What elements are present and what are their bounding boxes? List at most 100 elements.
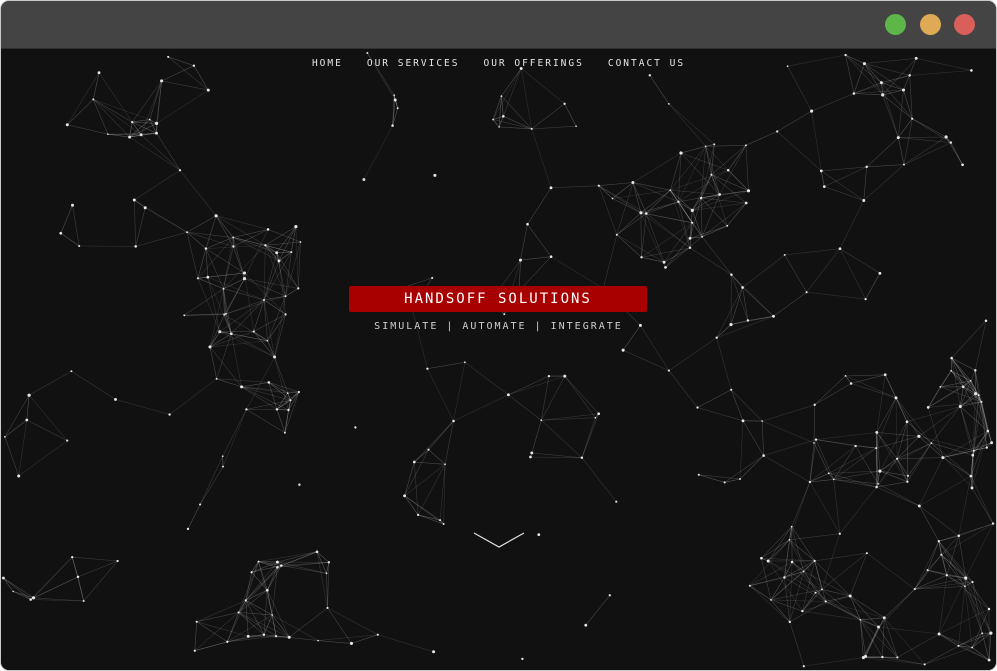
network-node (526, 222, 529, 226)
network-link (906, 406, 961, 422)
network-link (789, 621, 805, 667)
network-link (453, 362, 466, 422)
network-link (327, 607, 378, 635)
nav-contact-us-link[interactable]: CONTACT US (608, 58, 685, 69)
network-link (730, 389, 744, 421)
network-node (844, 53, 847, 57)
network-link (277, 551, 318, 563)
network-link (222, 409, 247, 457)
network-node (688, 246, 692, 249)
network-link (501, 68, 522, 97)
network-node (297, 390, 300, 394)
nav-home-link[interactable]: HOME (312, 58, 343, 69)
network-link (739, 455, 764, 480)
network-link (884, 588, 916, 619)
network-node (824, 600, 827, 603)
network-node (327, 561, 331, 564)
network-node (761, 420, 764, 422)
network-node (325, 572, 328, 575)
network-node (645, 212, 648, 215)
network-node (879, 81, 883, 85)
network-node (426, 367, 429, 370)
network-node (131, 120, 134, 124)
network-link (222, 409, 247, 467)
network-node (529, 455, 532, 459)
network-node (250, 571, 253, 574)
network-link (427, 362, 465, 369)
network-link (550, 256, 604, 289)
network-node (114, 397, 117, 401)
network-link (763, 455, 811, 483)
network-link (814, 375, 846, 406)
window-yellow-button[interactable] (920, 14, 941, 35)
window-green-button[interactable] (885, 14, 906, 35)
network-node (677, 200, 680, 203)
nav-our-services-link[interactable]: OUR SERVICES (367, 58, 460, 69)
network-link (927, 535, 960, 571)
network-link (223, 288, 265, 301)
network-link (377, 634, 434, 653)
network-link (598, 185, 647, 214)
network-link (427, 368, 454, 422)
network-link (784, 248, 841, 256)
network-node (132, 198, 136, 202)
network-node (760, 556, 763, 560)
network-link (884, 617, 898, 658)
network-link (444, 420, 454, 465)
network-node (354, 426, 357, 429)
network-node (71, 203, 74, 207)
network-node (226, 640, 229, 643)
network-link (196, 612, 239, 623)
network-link (689, 247, 732, 275)
network-node (196, 277, 199, 280)
network-node (232, 245, 235, 248)
network-node (244, 599, 247, 602)
network-node (746, 189, 751, 193)
network-link (404, 495, 444, 525)
network-node (186, 231, 188, 234)
network-link (789, 561, 793, 622)
network-node (294, 225, 298, 229)
network-node (298, 483, 301, 486)
network-link (18, 419, 28, 477)
network-link (263, 260, 280, 301)
network-node (930, 442, 933, 444)
network-node (246, 634, 250, 638)
network-link (828, 473, 877, 488)
network-link (541, 417, 596, 421)
network-node (59, 231, 63, 235)
network-node (287, 635, 291, 639)
network-node (391, 124, 394, 127)
chevron-down-icon[interactable] (473, 531, 525, 549)
network-link (680, 146, 706, 154)
network-link (898, 89, 904, 138)
network-link (941, 554, 948, 576)
network-link (770, 577, 785, 601)
network-link (719, 145, 747, 195)
network-node (859, 618, 862, 621)
network-node (730, 388, 733, 391)
network-link (811, 111, 822, 171)
network-link (919, 457, 944, 507)
nav-our-offerings-link[interactable]: OUR OFFERINGS (483, 58, 583, 69)
network-link (93, 99, 130, 138)
network-node (376, 633, 379, 636)
network-node (827, 472, 830, 475)
network-link (3, 577, 31, 600)
network-link (938, 633, 973, 648)
network-link (231, 333, 242, 387)
network-node (1, 576, 5, 580)
network-node (70, 370, 73, 373)
window-red-button[interactable] (954, 14, 975, 35)
network-link (28, 370, 72, 396)
network-link (941, 554, 973, 583)
network-node (498, 126, 500, 128)
network-link (93, 99, 133, 123)
network-node (896, 136, 900, 140)
network-link (791, 481, 811, 527)
network-link (931, 442, 972, 477)
network-link (882, 656, 925, 665)
network-node (204, 247, 208, 250)
network-link (223, 245, 266, 289)
network-link (898, 137, 905, 165)
